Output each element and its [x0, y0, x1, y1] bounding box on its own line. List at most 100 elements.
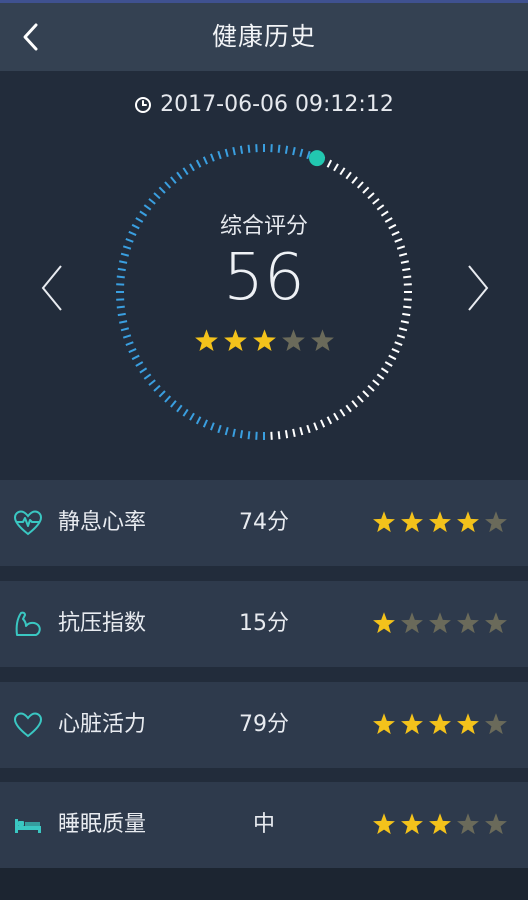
star-empty-icon [401, 612, 423, 634]
metric-row-stress-index[interactable]: 抗压指数 15分 [0, 581, 528, 667]
star-filled-icon [429, 511, 451, 533]
dial-tick [351, 400, 358, 408]
dial-tick [403, 305, 412, 309]
dial-tick-progress [158, 390, 166, 398]
dial-tick-progress [202, 419, 208, 428]
score-label: 综合评分 [219, 214, 308, 239]
dial-tick-progress [224, 148, 229, 158]
dial-tick-progress [117, 267, 126, 272]
dial-tick [362, 390, 370, 398]
dial-tick-progress [164, 395, 172, 403]
star-filled-icon [457, 511, 479, 533]
star-filled-icon [252, 329, 276, 352]
dial-tick [333, 163, 339, 172]
dial-tick [292, 428, 296, 437]
dial-tick-progress [195, 416, 202, 425]
dial-tick [320, 419, 326, 428]
dial-tick [394, 341, 403, 346]
dial-tick-progress [122, 245, 132, 250]
bed-icon [15, 819, 41, 833]
dial-tick-progress [217, 424, 222, 434]
dial-tick-progress [158, 186, 166, 194]
dial-tick-progress [299, 148, 304, 158]
metric-row-resting-heart-rate[interactable]: 静息心率 74分 [0, 480, 528, 566]
dial-tick-progress [143, 373, 152, 380]
dial-tick [345, 404, 352, 413]
dial-tick [345, 171, 352, 180]
dial-tick-progress [125, 341, 134, 346]
dial-tick-progress [143, 204, 152, 211]
star-filled-icon [401, 713, 423, 735]
dial-tick-progress [131, 354, 140, 361]
dial-tick-progress [153, 192, 161, 200]
dial-tick-progress [164, 181, 172, 189]
metric-value: 79分 [239, 712, 289, 737]
dial-tick-progress [247, 144, 251, 153]
chevron-right-icon [468, 265, 489, 311]
dial-tick [394, 238, 403, 243]
star-empty-icon [281, 329, 305, 352]
dial-tick [388, 223, 397, 230]
dial-tick-progress [292, 147, 296, 156]
dial-tick-progress [182, 408, 189, 417]
dial-tick-progress [247, 431, 251, 440]
dial-tick [400, 260, 409, 264]
dial-tick [388, 354, 397, 361]
previous-button[interactable] [32, 258, 72, 318]
dial-tick [313, 422, 318, 431]
star-filled-icon [457, 713, 479, 735]
dial-tick [396, 245, 406, 250]
dial-tick [372, 198, 380, 205]
dial-tick [362, 186, 370, 194]
dial-tick [339, 408, 346, 417]
dial-tick-progress [139, 367, 148, 374]
dial-tick [376, 204, 385, 211]
dial-tick-progress [189, 412, 195, 421]
dial-tick [277, 431, 281, 440]
dial-tick-progress [224, 426, 229, 436]
star-filled-icon [401, 813, 423, 835]
star-filled-icon [373, 511, 395, 533]
dial-tick-progress [195, 159, 202, 168]
star-empty-icon [485, 713, 507, 735]
dial-tick-progress [182, 167, 189, 176]
dial-tick [384, 217, 393, 223]
dial-tick-progress [284, 145, 289, 154]
star-filled-icon [194, 329, 218, 352]
muscle-arm-icon [15, 611, 41, 636]
dial-tick [380, 210, 389, 217]
metric-stars [372, 812, 508, 836]
dial-tick [384, 361, 393, 367]
dial-tick [372, 379, 380, 386]
dial-tick-progress [148, 198, 156, 205]
dial-tick-progress [176, 404, 183, 413]
metric-row-sleep-quality[interactable]: 睡眠质量 中 [0, 782, 528, 868]
dial-tick [402, 267, 411, 272]
star-empty-icon [485, 612, 507, 634]
dial-tick [299, 426, 304, 436]
dial-tick [402, 312, 411, 317]
dial-tick [398, 327, 408, 332]
star-filled-icon [401, 511, 423, 533]
dial-tick-progress [148, 379, 156, 386]
dial-tick [396, 334, 406, 339]
dial-tick-progress [116, 275, 125, 279]
metric-label: 静息心率 [58, 510, 147, 535]
dial-tick-progress [217, 150, 222, 160]
dial-indicator [309, 150, 326, 167]
dial-tick-progress [232, 428, 236, 437]
score-value: 56 [223, 241, 305, 315]
dial-tick [339, 167, 346, 176]
dial-tick-progress [120, 252, 130, 257]
dial-tick [376, 373, 385, 380]
metric-row-heart-vitality[interactable]: 心脏活力 79分 [0, 682, 528, 768]
dial-tick-progress [135, 361, 144, 367]
dial-tick-progress [116, 305, 125, 309]
dial-tick-progress [239, 145, 244, 154]
dial-tick-progress [139, 210, 148, 217]
dial-tick-progress [119, 260, 128, 264]
star-empty-icon [485, 511, 507, 533]
next-button[interactable] [458, 258, 498, 318]
dial-tick-progress [170, 176, 177, 184]
star-filled-icon [373, 713, 395, 735]
